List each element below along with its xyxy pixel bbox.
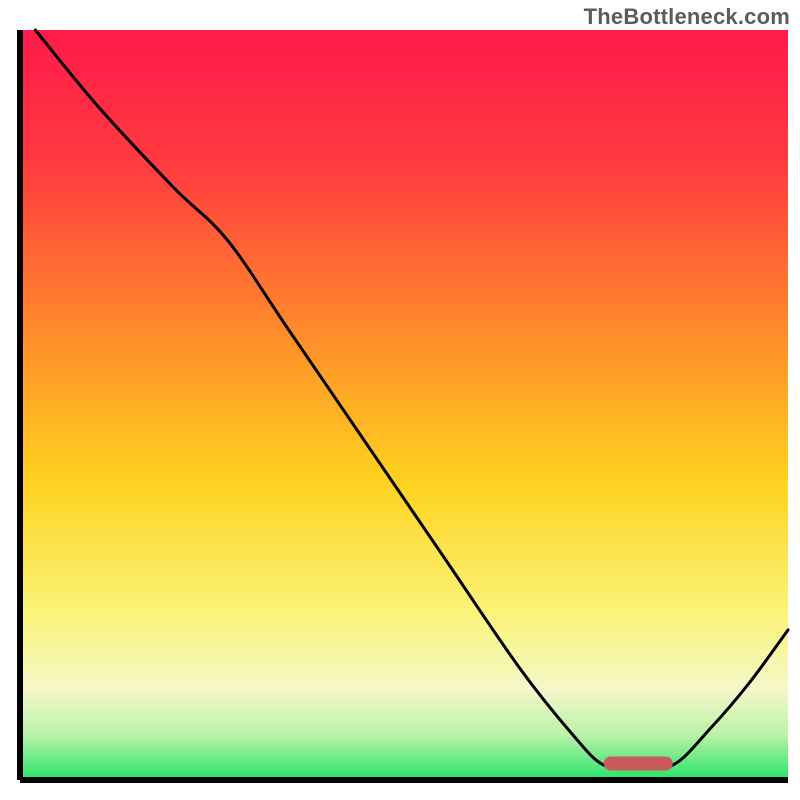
bottleneck-chart: TheBottleneck.com: [0, 0, 800, 800]
plot-background: [20, 30, 788, 780]
watermark-text: TheBottleneck.com: [584, 4, 790, 30]
optimal-range-marker: [604, 757, 673, 771]
chart-canvas: [0, 0, 800, 800]
